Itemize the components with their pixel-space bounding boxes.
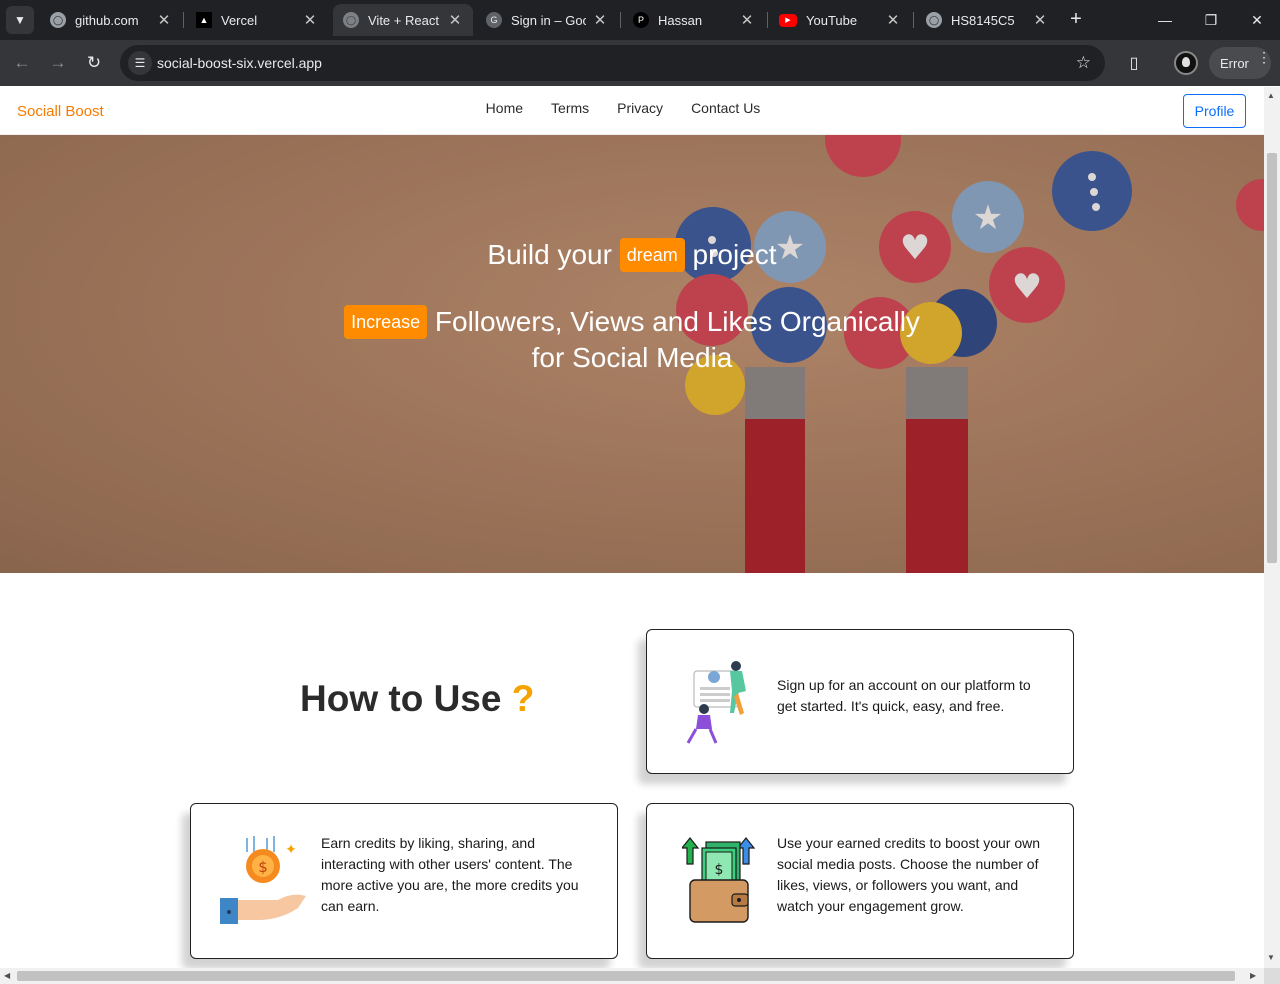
scroll-left-arrow-icon[interactable]: ◀	[4, 971, 10, 980]
nav-home-link[interactable]: Home	[486, 100, 523, 116]
p-icon: P	[633, 12, 649, 28]
hero-subheadline: Increase Followers, Views and Likes Orga…	[330, 304, 934, 375]
tab-youtube[interactable]: ▶ YouTube ✕	[769, 4, 911, 36]
nav-terms-link[interactable]: Terms	[551, 100, 589, 116]
vercel-triangle-icon: ▲	[196, 12, 212, 28]
minimize-icon[interactable]: —	[1142, 0, 1188, 40]
vertical-scrollbar[interactable]: ▲ ▼	[1264, 87, 1280, 968]
hero-headline: Build your dream project	[0, 237, 1264, 274]
question-mark: ?	[511, 678, 535, 719]
scroll-right-arrow-icon[interactable]: ▶	[1250, 971, 1256, 980]
tab-vercel[interactable]: ▲ Vercel ✕	[186, 4, 328, 36]
step-earn-text: Earn credits by liking, sharing, and int…	[321, 835, 579, 914]
hero-line2-text: Followers, Views and Likes Organically f…	[434, 306, 920, 373]
google-icon: G	[486, 12, 502, 28]
horizontal-scroll-thumb[interactable]	[17, 971, 1235, 981]
close-tab-icon[interactable]: ✕	[739, 11, 755, 29]
svg-text:$: $	[258, 858, 268, 876]
tab-hassan[interactable]: P Hassan ✕	[623, 4, 765, 36]
reload-icon[interactable]: ↻	[80, 49, 108, 77]
tab-google-signin[interactable]: G Sign in – Goog ✕	[476, 4, 618, 36]
increase-tag: Increase	[344, 304, 428, 339]
horizontal-scrollbar[interactable]: ◀ ▶	[0, 968, 1264, 984]
close-tab-icon[interactable]: ✕	[592, 11, 608, 29]
restore-icon[interactable]: ❐	[1188, 0, 1234, 40]
nav-contact-link[interactable]: Contact Us	[691, 100, 760, 116]
back-arrow-icon[interactable]: ←	[8, 49, 36, 77]
error-button[interactable]: Error ⋮	[1209, 47, 1271, 79]
browser-tab-bar: ▼ ◯ github.com ✕ ▲ Vercel ✕ ◯ Vite + Rea…	[0, 0, 1280, 40]
hero-line1-before: Build your	[487, 239, 612, 270]
tab-vite-react[interactable]: ◯ Vite + React ✕	[333, 4, 473, 36]
profile-avatar[interactable]	[1174, 51, 1198, 75]
url-text[interactable]: social-boost-six.vercel.app	[157, 55, 322, 71]
close-tab-icon[interactable]: ✕	[1032, 11, 1048, 29]
step-signup-text: Sign up for an account on our platform t…	[777, 677, 1031, 714]
tab-hs8145c5[interactable]: ◯ HS8145C5 ✕	[916, 4, 1058, 36]
address-bar[interactable]: ☰ social-boost-six.vercel.app ☆	[120, 45, 1105, 81]
step-card-signup: Sign up for an account on our platform t…	[646, 629, 1074, 774]
tab-github[interactable]: ◯ github.com ✕	[40, 4, 182, 36]
close-window-icon[interactable]: ✕	[1234, 0, 1280, 40]
new-tab-plus-icon[interactable]: +	[1064, 8, 1088, 32]
tab-separator	[620, 12, 621, 28]
tab-search-chevron-icon[interactable]: ▼	[6, 6, 34, 34]
close-tab-icon[interactable]: ✕	[302, 11, 318, 29]
globe-icon: ◯	[926, 12, 942, 28]
site-navbar: Sociall Boost Home Terms Privacy Contact…	[0, 87, 1264, 135]
nav-privacy-link[interactable]: Privacy	[617, 100, 663, 116]
step-card-earn: $ ✦ Earn credits by liking, sharing, and…	[190, 803, 618, 959]
tab-separator	[183, 12, 184, 28]
youtube-icon: ▶	[779, 13, 797, 27]
forward-arrow-icon[interactable]: →	[44, 49, 72, 77]
scroll-down-arrow-icon[interactable]: ▼	[1267, 953, 1275, 962]
scroll-up-arrow-icon[interactable]: ▲	[1267, 91, 1275, 100]
close-tab-icon[interactable]: ✕	[156, 11, 172, 29]
profile-button[interactable]: Profile	[1183, 94, 1246, 128]
more-vert-icon: ⋮	[1257, 49, 1271, 65]
how-to-use-heading: How to Use ?	[300, 678, 535, 719]
globe-icon: ◯	[50, 12, 66, 28]
extensions-puzzle-icon[interactable]: ▯	[1120, 49, 1148, 77]
hero-line1-after: project	[692, 239, 777, 270]
signup-illustration-icon	[686, 661, 746, 744]
tab-separator	[767, 12, 768, 28]
vertical-scroll-thumb[interactable]	[1267, 153, 1277, 563]
page-viewport: Sociall Boost Home Terms Privacy Contact…	[0, 87, 1264, 968]
svg-text:$: $	[715, 862, 724, 878]
step-card-boost: $ Use your earned credits to boost your …	[646, 803, 1074, 959]
close-tab-icon[interactable]: ✕	[885, 11, 901, 29]
site-info-tune-icon[interactable]: ☰	[128, 51, 152, 75]
error-label: Error	[1220, 55, 1249, 71]
close-tab-icon[interactable]: ✕	[447, 11, 463, 29]
tab-separator	[913, 12, 914, 28]
svg-text:✦: ✦	[285, 842, 297, 858]
hero-banner: ♥ ♥ ★ ★ Build your dream project Increas…	[0, 135, 1264, 573]
globe-icon: ◯	[343, 12, 359, 28]
coin-hand-icon: $ ✦	[220, 836, 306, 924]
site-nav-links: Home Terms Privacy Contact Us	[0, 100, 1264, 116]
step-boost-text: Use your earned credits to boost your ow…	[777, 835, 1041, 914]
dream-tag: dream	[619, 237, 685, 272]
scrollbar-corner	[1264, 968, 1280, 984]
bookmark-star-icon[interactable]: ☆	[1076, 53, 1091, 73]
browser-toolbar: ← → ↻ ☰ social-boost-six.vercel.app ☆ ▯ …	[0, 40, 1280, 86]
money-wallet-icon: $	[682, 837, 756, 923]
